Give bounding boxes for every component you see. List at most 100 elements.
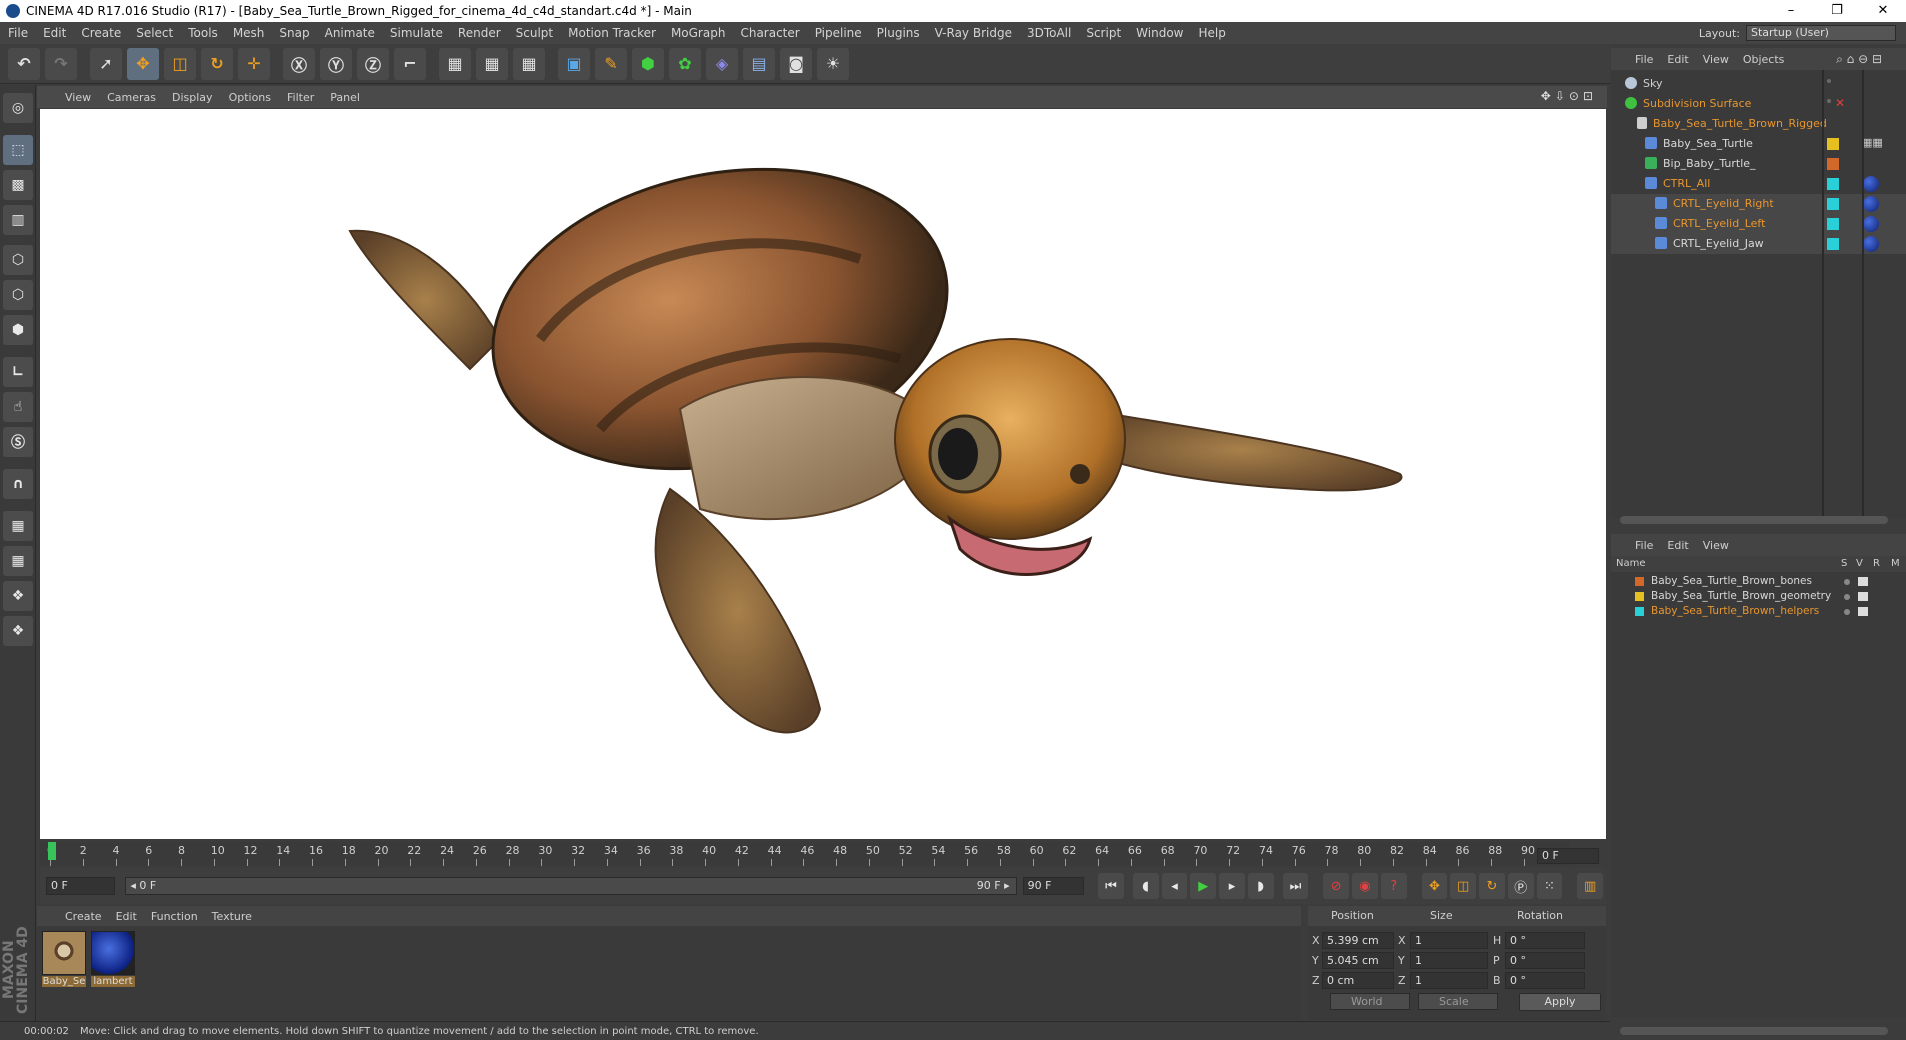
- viewport-menu-view[interactable]: View: [65, 91, 91, 104]
- menu-vray-bridge[interactable]: V-Ray Bridge: [935, 26, 1012, 40]
- layer-menu-file[interactable]: File: [1635, 539, 1653, 552]
- object-tags-divider[interactable]: [1862, 70, 1864, 518]
- menu-mograph[interactable]: MoGraph: [671, 26, 726, 40]
- menu-select[interactable]: Select: [136, 26, 173, 40]
- object-menu-view[interactable]: View: [1703, 53, 1729, 66]
- layer-menu-view[interactable]: View: [1703, 539, 1729, 552]
- rotate-tool-icon[interactable]: ↻: [201, 47, 233, 80]
- menu-help[interactable]: Help: [1198, 26, 1225, 40]
- viewport-menu-display[interactable]: Display: [172, 91, 213, 104]
- layer-visibility-toggle[interactable]: [1858, 592, 1868, 601]
- minimize-button[interactable]: –: [1768, 0, 1814, 22]
- size-x-field[interactable]: 1: [1410, 932, 1488, 949]
- material-lambert[interactable]: lambert: [91, 931, 135, 989]
- layer-visibility-toggle[interactable]: [1858, 577, 1868, 586]
- menu-character[interactable]: Character: [740, 26, 799, 40]
- layout-dropdown[interactable]: Startup (User): [1746, 25, 1896, 41]
- texture-mode-icon[interactable]: ▩: [3, 170, 33, 200]
- next-key-icon[interactable]: ◗: [1247, 873, 1274, 899]
- key-rotation-icon[interactable]: ↻: [1479, 873, 1505, 899]
- material-tag-icon[interactable]: [1863, 216, 1879, 232]
- coordinate-mode-dropdown[interactable]: Scale: [1418, 993, 1498, 1010]
- layer-row-bones[interactable]: Baby_Sea_Turtle_Brown_bones: [1611, 574, 1906, 589]
- viewport-menu-cameras[interactable]: Cameras: [107, 91, 156, 104]
- key-point-level-icon[interactable]: ⁙: [1536, 873, 1563, 899]
- viewport-menu-filter[interactable]: Filter: [287, 91, 314, 104]
- keyframe-selection-icon[interactable]: ?: [1380, 873, 1407, 899]
- menu-motion-tracker[interactable]: Motion Tracker: [568, 26, 656, 40]
- scale-tool-icon[interactable]: ◫: [164, 47, 196, 80]
- make-editable-icon[interactable]: ◎: [3, 93, 33, 123]
- frame-range-slider[interactable]: ◂ 0 F 90 F ▸: [125, 877, 1017, 895]
- restore-button[interactable]: ❐: [1814, 0, 1860, 22]
- python-console-icon[interactable]: ❖: [3, 616, 33, 646]
- layer-visibility-toggle[interactable]: [1858, 607, 1868, 616]
- layer-solo-toggle[interactable]: [1844, 594, 1850, 600]
- layer-menu-edit[interactable]: Edit: [1667, 539, 1688, 552]
- solo-mode-icon[interactable]: Ⓢ: [3, 427, 33, 457]
- layer-row-geometry[interactable]: Baby_Sea_Turtle_Brown_geometry: [1611, 589, 1906, 604]
- points-mode-icon[interactable]: ⬡: [3, 245, 33, 275]
- object-menu-objects[interactable]: Objects: [1743, 53, 1785, 66]
- light-icon[interactable]: ☀: [817, 47, 849, 80]
- timeline-window-icon[interactable]: ▥: [1577, 873, 1604, 899]
- render-picture-viewer-icon[interactable]: ▦: [476, 47, 508, 80]
- x-axis-lock-icon[interactable]: Ⓧ: [283, 47, 315, 80]
- material-baby-se[interactable]: Baby_Se: [42, 931, 86, 989]
- menu-simulate[interactable]: Simulate: [390, 26, 443, 40]
- go-to-end-icon[interactable]: ⏭: [1282, 873, 1309, 899]
- object-menu-edit[interactable]: Edit: [1667, 53, 1688, 66]
- move-tool-icon[interactable]: ✥: [127, 47, 159, 80]
- floor-scene-icon[interactable]: ▤: [743, 47, 775, 80]
- polygons-mode-icon[interactable]: ⬢: [3, 315, 33, 345]
- z-axis-lock-icon[interactable]: Ⓩ: [357, 47, 389, 80]
- menu-animate[interactable]: Animate: [325, 26, 375, 40]
- max-frame-field[interactable]: 90 F: [1022, 877, 1085, 895]
- menu-file[interactable]: File: [8, 26, 28, 40]
- material-tag-icon[interactable]: [1863, 196, 1879, 212]
- material-menu-edit[interactable]: Edit: [116, 910, 137, 923]
- material-menu-texture[interactable]: Texture: [212, 910, 252, 923]
- deformer-icon[interactable]: ◈: [706, 47, 738, 80]
- planar-workplane-icon[interactable]: ▦: [3, 546, 33, 576]
- layer-row-helpers[interactable]: Baby_Sea_Turtle_Brown_helpers: [1611, 604, 1906, 619]
- menu-snap[interactable]: Snap: [279, 26, 309, 40]
- y-axis-lock-icon[interactable]: Ⓨ: [320, 47, 352, 80]
- autokey-icon[interactable]: ◉: [1352, 873, 1378, 899]
- menu-create[interactable]: Create: [81, 26, 121, 40]
- undo-icon[interactable]: ↶: [8, 47, 40, 80]
- viewport-menu-panel[interactable]: Panel: [330, 91, 360, 104]
- current-frame-field[interactable]: 0 F: [46, 877, 116, 895]
- layer-solo-toggle[interactable]: [1844, 579, 1850, 585]
- timeline-playhead[interactable]: [48, 842, 56, 860]
- record-keys-icon[interactable]: ⊘: [1323, 873, 1350, 899]
- axis-mode-icon[interactable]: ∟: [3, 357, 33, 387]
- apply-button[interactable]: Apply: [1519, 993, 1601, 1011]
- material-tag-icon[interactable]: [1863, 236, 1879, 252]
- menu-3dtoall[interactable]: 3DToAll: [1027, 26, 1071, 40]
- rot-p-field[interactable]: 0 °: [1505, 952, 1585, 969]
- tweak-mode-icon[interactable]: ☝: [3, 392, 33, 422]
- menu-render[interactable]: Render: [458, 26, 501, 40]
- object-menu-file[interactable]: File: [1635, 53, 1653, 66]
- camera-icon[interactable]: ◙: [780, 47, 812, 80]
- material-menu-function[interactable]: Function: [151, 910, 198, 923]
- subdivision-surface-icon[interactable]: ⬢: [632, 47, 664, 80]
- cloner-icon[interactable]: ✿: [669, 47, 701, 80]
- key-parameter-icon[interactable]: Ⓟ: [1507, 873, 1534, 899]
- python-script-icon[interactable]: ❖: [3, 581, 33, 611]
- timeline-frame-field[interactable]: 0 F: [1537, 848, 1599, 864]
- layer-solo-toggle[interactable]: [1844, 609, 1850, 615]
- menu-edit[interactable]: Edit: [43, 26, 66, 40]
- material-tag-icon[interactable]: [1863, 176, 1879, 192]
- edit-render-settings-icon[interactable]: ▦: [513, 47, 545, 80]
- size-y-field[interactable]: 1: [1410, 952, 1488, 969]
- edges-mode-icon[interactable]: ⬡: [3, 280, 33, 310]
- model-mode-icon[interactable]: ⬚: [3, 135, 33, 165]
- previous-frame-icon[interactable]: ◂: [1161, 873, 1188, 899]
- menu-sculpt[interactable]: Sculpt: [516, 26, 553, 40]
- workplane-lock-icon[interactable]: ▦: [3, 511, 33, 541]
- workplane-icon[interactable]: ▥: [3, 205, 33, 235]
- rot-b-field[interactable]: 0 °: [1505, 972, 1585, 989]
- recent-tool-icon[interactable]: ✛: [238, 47, 270, 80]
